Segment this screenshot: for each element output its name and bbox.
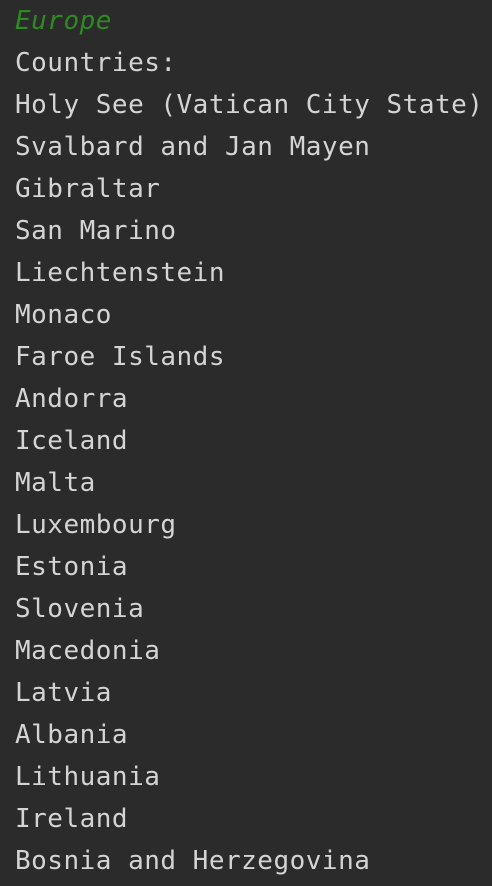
- country-line: Estonia: [15, 552, 129, 582]
- country-line: Latvia: [15, 678, 112, 708]
- country-line: Gibraltar: [15, 174, 161, 204]
- country-line: Slovenia: [15, 594, 145, 624]
- country-line: Albania: [15, 720, 129, 750]
- country-line: Bosnia and Herzegovina: [15, 846, 371, 876]
- countries-heading: Countries:: [15, 48, 177, 78]
- country-line: Luxembourg: [15, 510, 177, 540]
- country-line: Andorra: [15, 384, 129, 414]
- country-line: Liechtenstein: [15, 258, 225, 288]
- country-line: Lithuania: [15, 762, 161, 792]
- countries-list: Holy See (Vatican City State) Svalbard a…: [15, 84, 492, 882]
- country-line: Svalbard and Jan Mayen: [15, 132, 371, 162]
- country-line: Malta: [15, 468, 96, 498]
- country-line: Holy See (Vatican City State): [15, 90, 484, 120]
- country-line: Monaco: [15, 300, 112, 330]
- country-line: Faroe Islands: [15, 342, 225, 372]
- console-output[interactable]: Europe Countries: Holy See (Vatican City…: [0, 0, 492, 886]
- country-line: Iceland: [15, 426, 129, 456]
- country-line: Macedonia: [15, 636, 161, 666]
- region-label: Europe: [15, 6, 112, 36]
- country-line: San Marino: [15, 216, 177, 246]
- country-line: Ireland: [15, 804, 129, 834]
